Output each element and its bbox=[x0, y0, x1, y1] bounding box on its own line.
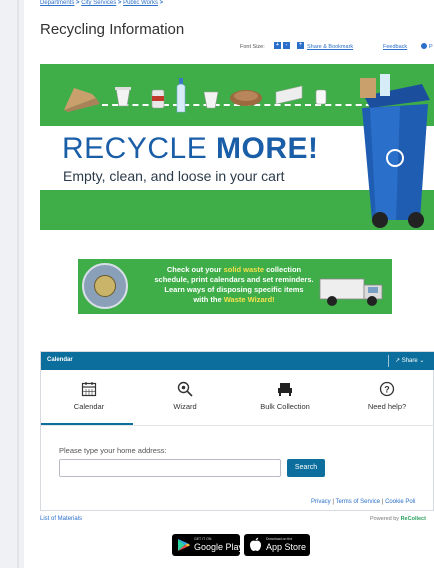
calendar-icon bbox=[81, 382, 97, 397]
recycle-more-banner: RECYCLE MORE! Empty, clean, and loose in… bbox=[40, 64, 434, 230]
feedback-link[interactable]: Feedback bbox=[383, 44, 407, 50]
terms-link[interactable]: Terms of Service bbox=[335, 499, 380, 505]
search-button[interactable]: Search bbox=[287, 459, 325, 477]
app-store-text: App Store bbox=[266, 542, 307, 552]
tab-wizard[interactable]: Wizard bbox=[137, 376, 233, 426]
jar-icon bbox=[315, 89, 327, 105]
tab-calendar[interactable]: Calendar bbox=[41, 376, 137, 426]
pizza-box-icon bbox=[64, 88, 100, 112]
recyclables-illustration bbox=[62, 74, 382, 119]
hero-heading: RECYCLE MORE! bbox=[62, 132, 319, 165]
can-icon bbox=[151, 89, 165, 109]
city-seal-icon bbox=[82, 263, 128, 309]
widget-title: Calendar bbox=[47, 357, 73, 363]
breadcrumb: Departments > City Services > Public Wor… bbox=[40, 0, 164, 6]
wizard-search-icon bbox=[177, 381, 193, 397]
font-decrease-button[interactable]: - bbox=[283, 42, 290, 49]
bowl-icon bbox=[230, 90, 262, 106]
share-icon: ↗ bbox=[395, 358, 402, 364]
tray-icon bbox=[275, 85, 303, 105]
left-rail bbox=[0, 0, 24, 568]
app-store-badge[interactable]: Download on the App Store bbox=[244, 534, 310, 556]
help-icon: ? bbox=[379, 381, 395, 397]
waste-wizard-banner[interactable]: Check out your solid waste collection sc… bbox=[78, 259, 392, 314]
waste-wizard-text: Check out your solid waste collection sc… bbox=[154, 265, 314, 304]
bottle-icon bbox=[176, 78, 186, 113]
powered-by: Powered by ReCollect bbox=[370, 516, 426, 522]
widget-footer: Privacy | Terms of Service | Cookie Poli bbox=[311, 499, 416, 505]
cup2-icon bbox=[203, 91, 219, 109]
garbage-truck-icon bbox=[319, 278, 383, 306]
left-rail-divider bbox=[17, 0, 19, 568]
tab-bulk-collection-label: Bulk Collection bbox=[260, 402, 310, 411]
recycling-cart-icon bbox=[360, 74, 430, 228]
svg-text:?: ? bbox=[384, 385, 390, 395]
google-play-small-text: GET IT ON bbox=[194, 537, 212, 541]
list-of-materials-link[interactable]: List of Materials bbox=[40, 516, 82, 522]
breadcrumb-item-3[interactable]: Public Works bbox=[123, 0, 158, 6]
address-label: Please type your home address: bbox=[59, 446, 167, 455]
print-link[interactable]: P bbox=[429, 44, 433, 50]
breadcrumb-item-2[interactable]: City Services bbox=[81, 0, 116, 6]
header-divider bbox=[388, 355, 389, 367]
cup-icon bbox=[115, 87, 131, 107]
google-play-badge[interactable]: GET IT ON Google Play bbox=[172, 534, 244, 556]
apple-icon bbox=[250, 537, 261, 551]
breadcrumb-item-1[interactable]: Departments bbox=[40, 0, 74, 6]
tab-bulk-collection[interactable]: Bulk Collection bbox=[237, 376, 333, 426]
cookie-policy-link[interactable]: Cookie Poli bbox=[385, 499, 415, 505]
tab-need-help[interactable]: ? Need help? bbox=[339, 376, 434, 426]
share-icon[interactable]: + bbox=[297, 42, 304, 49]
address-input[interactable] bbox=[59, 459, 281, 477]
couch-icon bbox=[278, 383, 292, 396]
collection-calendar-widget: Calendar ↗ Share ⌄ Calendar Wizard Bulk … bbox=[40, 351, 434, 511]
page-title: Recycling Information bbox=[40, 21, 185, 38]
privacy-link[interactable]: Privacy bbox=[311, 499, 331, 505]
google-play-icon bbox=[178, 539, 190, 551]
app-store-small-text: Download on the bbox=[266, 537, 293, 541]
font-size-label: Font Size: bbox=[240, 44, 265, 50]
widget-header: Calendar ↗ Share ⌄ bbox=[41, 352, 434, 370]
page-toolbar: Font Size: + - + Share & Bookmark Feedba… bbox=[240, 42, 434, 52]
share-menu-button[interactable]: ↗ Share ⌄ bbox=[395, 357, 424, 364]
tab-calendar-label: Calendar bbox=[73, 402, 105, 411]
tab-wizard-label: Wizard bbox=[173, 402, 197, 411]
recollect-link[interactable]: ReCollect bbox=[401, 516, 426, 522]
google-play-text: Google Play bbox=[194, 542, 244, 552]
font-increase-button[interactable]: + bbox=[274, 42, 281, 49]
tabs-divider bbox=[41, 425, 434, 426]
chevron-down-icon: ⌄ bbox=[417, 358, 425, 364]
hero-subheading: Empty, clean, and loose in your cart bbox=[63, 168, 285, 184]
tab-need-help-label: Need help? bbox=[367, 402, 407, 411]
print-icon[interactable] bbox=[421, 43, 427, 49]
share-bookmark-link[interactable]: Share & Bookmark bbox=[307, 44, 353, 50]
